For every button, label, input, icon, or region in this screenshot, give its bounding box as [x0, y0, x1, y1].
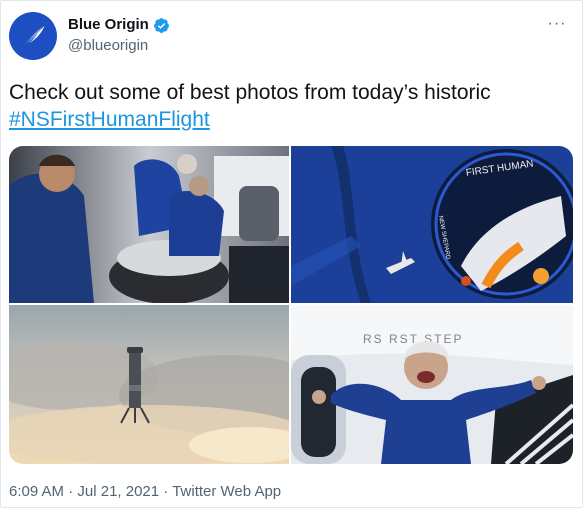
tweet-card: Blue Origin @blueorigin ··· Check out so… [0, 0, 583, 508]
tweet-body: Check out some of best photos from today… [9, 81, 491, 104]
mission-patch-photo: FIRST HUMAN NEW SHEPARD [291, 146, 573, 303]
media-photo-4[interactable]: RS RST STEP [291, 305, 573, 464]
feather-icon [22, 24, 46, 47]
astronauts-cabin-photo [9, 146, 289, 303]
verified-badge-icon [153, 17, 169, 33]
media-grid: FIRST HUMAN NEW SHEPARD RS RST STEP [9, 146, 573, 464]
hashtag-link[interactable]: #NSFirstHumanFlight [9, 108, 210, 131]
author-display-name[interactable]: Blue Origin [68, 16, 149, 34]
astronaut-celebrating-photo: RS RST STEP [291, 305, 573, 464]
author-name-row: Blue Origin [68, 16, 170, 34]
tweet-time[interactable]: 6:09 AM [9, 483, 64, 500]
more-options-icon: ··· [547, 15, 567, 32]
more-options-button[interactable]: ··· [546, 13, 568, 35]
tweet-text: Check out some of best photos from today… [9, 79, 574, 133]
hatch-text: RS RST STEP [363, 332, 463, 346]
meta-separator: · [64, 483, 78, 500]
media-photo-1[interactable] [9, 146, 289, 303]
media-photo-3[interactable] [9, 305, 289, 464]
author-avatar[interactable] [9, 12, 57, 60]
meta-separator-2: · [159, 483, 173, 500]
rocket-launch-photo [9, 305, 289, 464]
tweet-date[interactable]: Jul 21, 2021 [77, 483, 159, 500]
tweet-source[interactable]: Twitter Web App [172, 483, 281, 500]
media-photo-2[interactable]: FIRST HUMAN NEW SHEPARD [291, 146, 573, 303]
tweet-meta: 6:09 AM · Jul 21, 2021 · Twitter Web App [9, 483, 281, 501]
author-handle[interactable]: @blueorigin [68, 37, 148, 55]
